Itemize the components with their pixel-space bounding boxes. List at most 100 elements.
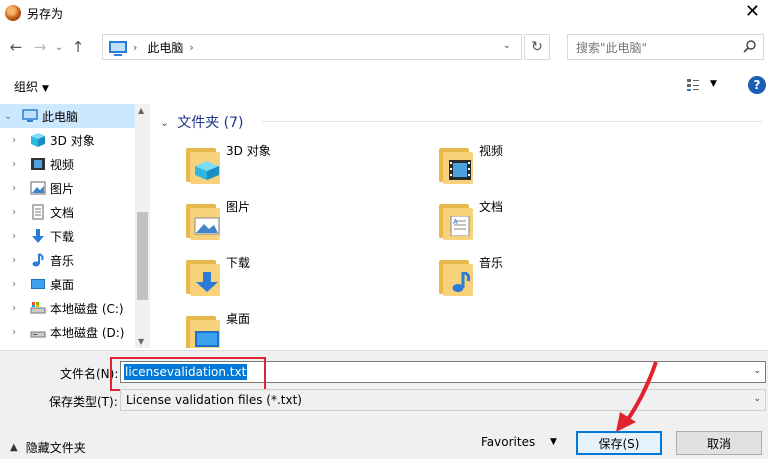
annotation-highlight xyxy=(110,357,266,391)
expand-icon[interactable]: › xyxy=(12,303,26,314)
folder-icon: A xyxy=(433,196,477,240)
folder-item[interactable]: 图片 xyxy=(180,196,430,248)
chevron-down-icon[interactable]: ⌄ xyxy=(753,394,761,404)
pc-icon xyxy=(109,41,127,56)
sidebar-item-label: 下载 xyxy=(50,229,75,244)
svg-text:A: A xyxy=(453,218,458,226)
music-icon xyxy=(30,252,46,268)
favorites-button[interactable]: Favorites xyxy=(481,435,535,449)
cube-icon xyxy=(30,132,46,148)
breadcrumb-this-pc[interactable]: 此电脑 xyxy=(147,39,183,56)
organize-button[interactable]: 组织 ▼ xyxy=(14,78,49,95)
sidebar-item[interactable]: › 下载 xyxy=(0,224,149,248)
sidebar-item-label: 视频 xyxy=(50,157,75,172)
sidebar-item-label: 本地磁盘 (D:) xyxy=(50,325,125,340)
sidebar-item-label: 文档 xyxy=(50,205,75,220)
desktop-icon xyxy=(194,328,220,348)
scroll-down-icon[interactable]: ▼ xyxy=(138,337,144,346)
folder-item[interactable]: 下载 xyxy=(180,252,430,304)
favorites-caret-icon[interactable]: ▼ xyxy=(550,437,557,447)
sidebar-scrollbar[interactable]: ▲ ▼ xyxy=(135,104,150,348)
collapse-icon: ⌄ xyxy=(160,115,170,129)
address-bar[interactable]: › 此电脑 › ⌄ xyxy=(102,34,522,60)
navigation-pane: ⌄ 此电脑 › 3D 对象 › 视频 › 图片 › 文档 › 下载 › 音乐 › 桌面 › 本地磁盘 (C:) › 本… xyxy=(0,104,150,348)
breadcrumb-separator[interactable]: › xyxy=(133,41,137,54)
music-icon xyxy=(447,270,473,292)
sidebar-item[interactable]: › 视频 xyxy=(0,152,149,176)
filetype-value: License validation files (*.txt) xyxy=(126,393,302,407)
expand-icon[interactable]: › xyxy=(12,327,26,338)
view-caret-icon[interactable]: ▼ xyxy=(710,79,717,89)
close-icon[interactable]: ✕ xyxy=(745,3,760,21)
folder-item[interactable]: A 文档 xyxy=(433,196,683,248)
expand-icon[interactable]: › xyxy=(12,207,26,218)
sidebar-item-label: 图片 xyxy=(50,181,75,196)
hide-folders-label: 隐藏文件夹 xyxy=(25,441,86,455)
search-input[interactable]: 搜索"此电脑" xyxy=(567,34,764,60)
expand-icon[interactable]: ⌄ xyxy=(4,111,18,122)
title-bar: 另存为 ✕ xyxy=(0,0,768,26)
window-title: 另存为 xyxy=(27,6,64,21)
folder-icon xyxy=(180,196,224,240)
folder-icon xyxy=(180,252,224,296)
sidebar-item[interactable]: › 3D 对象 xyxy=(0,128,149,152)
navigation-bar: ← → ⌄ ↑ › 此电脑 › ⌄ ↻ 搜索"此电脑" xyxy=(0,28,768,66)
breadcrumb-separator-end[interactable]: › xyxy=(189,41,193,54)
up-icon[interactable]: ↑ xyxy=(66,35,90,59)
folder-item[interactable]: 音乐 xyxy=(433,252,683,304)
sidebar-item[interactable]: ⌄ 此电脑 xyxy=(0,104,149,128)
back-icon[interactable]: ← xyxy=(4,35,28,59)
help-icon[interactable]: ? xyxy=(748,76,766,94)
expand-icon[interactable]: › xyxy=(12,255,26,266)
folder-icon xyxy=(180,308,224,348)
sidebar-item[interactable]: › 本地磁盘 (D:) xyxy=(0,320,149,344)
folder-item[interactable]: 桌面 xyxy=(180,308,430,348)
expand-icon[interactable]: › xyxy=(12,279,26,290)
view-options-icon[interactable] xyxy=(686,78,700,92)
folder-icon xyxy=(433,252,477,296)
pc-icon xyxy=(22,108,38,124)
video-icon xyxy=(30,156,46,172)
sidebar-item[interactable]: › 文档 xyxy=(0,200,149,224)
drive-icon xyxy=(30,324,46,340)
folder-label: 下载 xyxy=(226,256,251,270)
sidebar-item-label: 桌面 xyxy=(50,277,75,292)
sidebar-item[interactable]: › 音乐 xyxy=(0,248,149,272)
save-panel: 文件名(N): licensevalidation.txt ⌄ 保存类型(T):… xyxy=(0,350,768,459)
expand-icon[interactable]: › xyxy=(12,159,26,170)
folder-label: 音乐 xyxy=(479,256,504,270)
search-icon[interactable] xyxy=(743,39,757,53)
group-title: 文件夹 (7) xyxy=(177,115,244,131)
folder-label: 视频 xyxy=(479,144,504,158)
folder-item[interactable]: 3D 对象 xyxy=(180,140,430,192)
sidebar-item-label: 音乐 xyxy=(50,253,75,268)
sidebar-item[interactable]: › 本地磁盘 (C:) xyxy=(0,296,149,320)
cube-icon xyxy=(194,160,220,180)
video-icon xyxy=(447,160,473,180)
hide-folders-toggle[interactable]: ▲ 隐藏文件夹 xyxy=(10,439,86,456)
folder-label: 图片 xyxy=(226,200,251,214)
sidebar-item[interactable]: › 桌面 xyxy=(0,272,149,296)
chevron-down-icon[interactable]: ⌄ xyxy=(503,40,511,51)
expand-icon[interactable]: › xyxy=(12,183,26,194)
expand-icon[interactable]: › xyxy=(12,231,26,242)
divider xyxy=(262,121,762,122)
recent-locations-icon[interactable]: ⌄ xyxy=(52,35,66,59)
forward-icon[interactable]: → xyxy=(28,35,52,59)
save-button[interactable]: 保存(S) xyxy=(576,431,662,455)
caret-down-icon: ▼ xyxy=(42,83,49,94)
expand-icon[interactable]: › xyxy=(12,135,26,146)
scroll-thumb[interactable] xyxy=(137,212,148,300)
cancel-button[interactable]: 取消 xyxy=(676,431,762,455)
command-bar: 组织 ▼ ▼ ? xyxy=(0,72,768,100)
picture-icon xyxy=(30,180,46,196)
group-header-folders[interactable]: ⌄ 文件夹 (7) xyxy=(160,112,244,132)
folder-item[interactable]: 视频 xyxy=(433,140,683,192)
sidebar-item-label: 本地磁盘 (C:) xyxy=(50,301,124,316)
sidebar-item-label: 3D 对象 xyxy=(50,133,95,148)
sidebar-item[interactable]: › 图片 xyxy=(0,176,149,200)
scroll-up-icon[interactable]: ▲ xyxy=(138,106,144,115)
filetype-select[interactable]: License validation files (*.txt) ⌄ xyxy=(120,389,766,411)
refresh-button[interactable]: ↻ xyxy=(524,34,550,60)
chevron-down-icon[interactable]: ⌄ xyxy=(753,366,761,376)
